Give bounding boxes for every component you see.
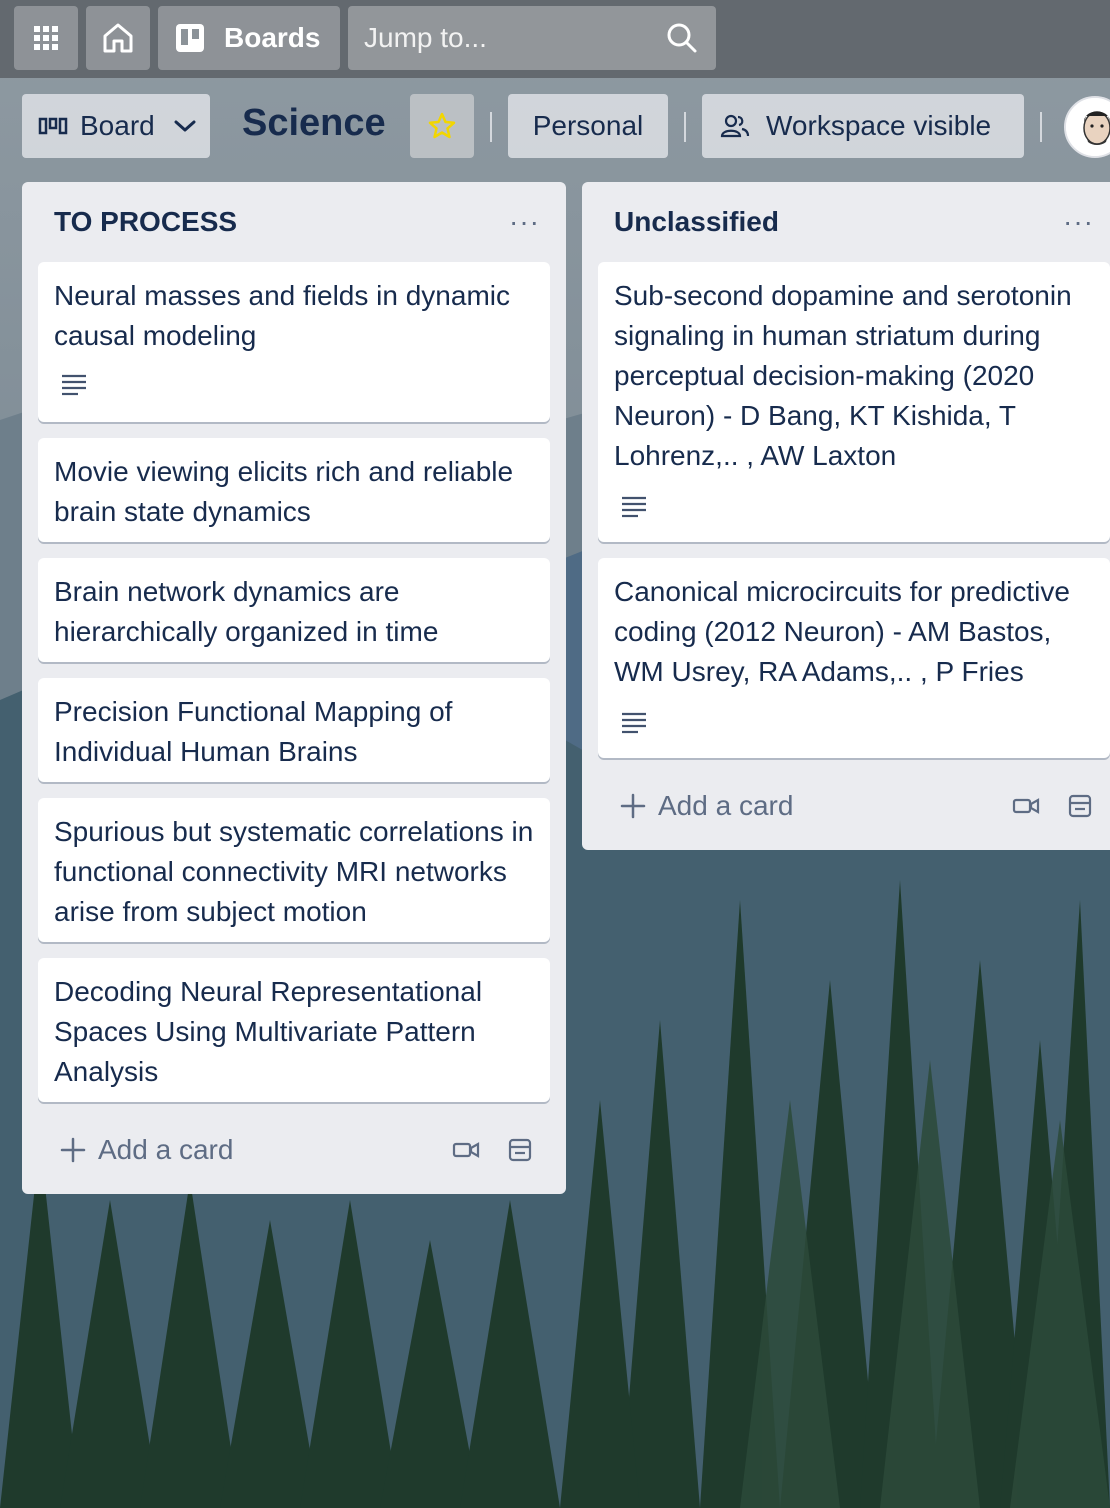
card[interactable]: Brain network dynamics are hierarchicall… <box>38 558 550 662</box>
visibility-button[interactable]: Workspace visible <box>702 94 1024 158</box>
star-board-button[interactable] <box>410 94 474 158</box>
add-card-label: Add a card <box>658 790 794 821</box>
description-icon <box>622 496 646 518</box>
star-icon <box>428 112 456 139</box>
home-icon <box>103 23 133 53</box>
card[interactable]: Canonical microcircuits for predictive c… <box>598 558 1110 758</box>
card-title: Spurious but systematic correlations in … <box>54 816 534 927</box>
video-icon[interactable] <box>1012 796 1040 816</box>
board-view-icon <box>38 117 68 135</box>
card[interactable]: Spurious but systematic correlations in … <box>38 798 550 942</box>
top-nav-bar: Boards <box>0 0 1110 78</box>
card[interactable]: Neural masses and fields in dynamic caus… <box>38 262 550 422</box>
card-title: Neural masses and fields in dynamic caus… <box>54 280 510 351</box>
video-icon[interactable] <box>452 1140 480 1160</box>
card[interactable]: Precision Functional Mapping of Individu… <box>38 678 550 782</box>
list-header: Unclassified ··· <box>582 182 1110 262</box>
header-divider <box>684 112 686 142</box>
card-title: Movie viewing elicits rich and reliable … <box>54 456 514 527</box>
avatar[interactable] <box>1064 96 1110 158</box>
list-to-process: TO PROCESS ··· Neural masses and fields … <box>22 182 566 1194</box>
list-menu-button[interactable]: ··· <box>509 206 540 238</box>
board-title[interactable]: Science <box>242 102 386 145</box>
card-title: Precision Functional Mapping of Individu… <box>54 696 453 767</box>
list-title[interactable]: Unclassified <box>614 206 779 238</box>
board-view-label: Board <box>80 110 155 141</box>
home-button[interactable] <box>86 6 150 70</box>
boards-icon <box>176 24 204 52</box>
search-box[interactable] <box>348 6 716 70</box>
add-card-actions <box>1012 792 1094 820</box>
board-header: Board Science Personal Workspace visible <box>0 78 1110 174</box>
card-title: Brain network dynamics are hierarchicall… <box>54 576 439 647</box>
user-avatar-icon <box>1066 98 1110 156</box>
card[interactable]: Movie viewing elicits rich and reliable … <box>38 438 550 542</box>
plus-icon <box>60 1137 86 1163</box>
card[interactable]: Sub-second dopamine and serotonin signal… <box>598 262 1110 542</box>
card-title: Sub-second dopamine and serotonin signal… <box>614 280 1072 471</box>
list-unclassified: Unclassified ··· Sub-second dopamine and… <box>582 182 1110 850</box>
add-card-button[interactable]: Add a card <box>598 778 898 834</box>
add-card-actions <box>452 1136 534 1164</box>
template-card-icon[interactable] <box>506 1136 534 1164</box>
chevron-down-icon <box>174 120 196 132</box>
add-card-button[interactable]: Add a card <box>38 1122 338 1178</box>
workspace-people-icon <box>720 114 750 138</box>
apps-grid-icon <box>34 26 58 50</box>
card-title: Canonical microcircuits for predictive c… <box>614 576 1070 687</box>
search-icon <box>667 23 697 53</box>
boards-button[interactable]: Boards <box>158 6 340 70</box>
boards-label: Boards <box>224 22 321 53</box>
header-divider <box>1040 112 1042 142</box>
card[interactable]: Decoding Neural Representational Spaces … <box>38 958 550 1102</box>
board-view-switcher[interactable]: Board <box>22 94 210 158</box>
description-icon <box>622 712 646 734</box>
search-input[interactable] <box>364 22 644 54</box>
header-divider <box>490 112 492 142</box>
description-icon <box>62 374 86 396</box>
workspace-button[interactable]: Personal <box>508 94 668 158</box>
visibility-label: Workspace visible <box>766 110 992 141</box>
plus-icon <box>620 793 646 819</box>
list-title[interactable]: TO PROCESS <box>54 206 237 238</box>
card-title: Decoding Neural Representational Spaces … <box>54 976 483 1087</box>
apps-button[interactable] <box>14 6 78 70</box>
list-header: TO PROCESS ··· <box>22 182 566 262</box>
template-card-icon[interactable] <box>1066 792 1094 820</box>
add-card-label: Add a card <box>98 1134 234 1165</box>
list-menu-button[interactable]: ··· <box>1063 206 1094 238</box>
